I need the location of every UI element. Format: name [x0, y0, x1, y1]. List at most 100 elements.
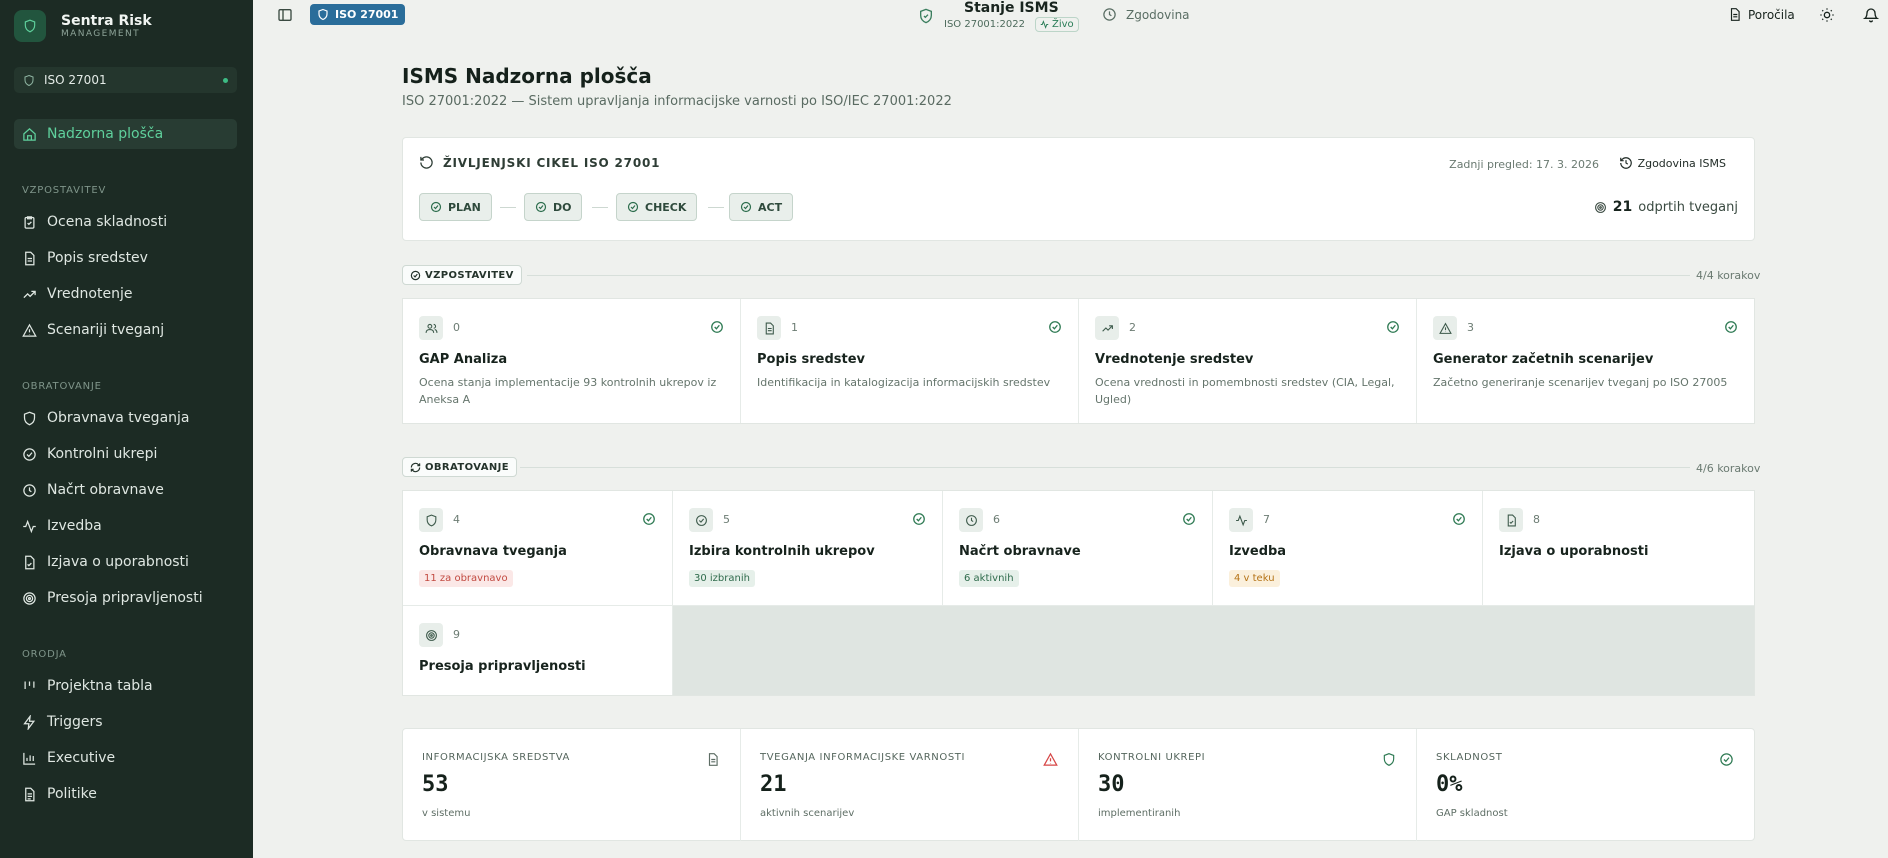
step-card-treatment-plan[interactable]: 6 Načrt obravnave 6 aktivnih [943, 491, 1213, 606]
step-description: Identifikacija in katalogizacija informa… [757, 376, 1051, 389]
reports-label: Poročila [1748, 7, 1795, 22]
stat-risks[interactable]: TVEGANJA INFORMACIJSKE VARNOSTI 21 aktiv… [741, 729, 1079, 841]
check-circle-icon [535, 201, 547, 213]
target-icon [23, 591, 36, 605]
file-icon [757, 316, 781, 340]
step-card-risk-treatment[interactable]: 4 Obravnava tveganja 11 za obravnavo [403, 491, 673, 606]
alert-triangle-icon [1433, 316, 1457, 340]
shield-logo-icon [14, 10, 46, 42]
step-number: 4 [453, 513, 460, 526]
reports-button[interactable]: Poročila [1728, 7, 1795, 22]
open-risks[interactable]: 21 odprtih tveganj [1594, 199, 1738, 215]
step-card-gap[interactable]: 0 GAP Analiza Ocena stanja implementacij… [403, 299, 741, 423]
sidebar-item-assets[interactable]: Popis sredstev [14, 243, 237, 273]
workspace-selector[interactable]: ISO 27001 [14, 67, 237, 93]
step-card-scenarios[interactable]: 3 Generator začetnih scenarijev Začetno … [1417, 299, 1754, 423]
sidebar-item-policies[interactable]: Politike [14, 779, 237, 809]
phase-label: ACT [758, 200, 783, 214]
sidebar-item-controls[interactable]: Kontrolni ukrepi [14, 439, 237, 469]
stat-note: v sistemu [422, 808, 471, 819]
status-badge: 6 aktivnih [959, 570, 1019, 587]
history-button[interactable]: Zgodovina [1102, 7, 1190, 22]
sidebar-item-label: Kontrolni ukrepi [47, 446, 158, 462]
step-number: 7 [1263, 513, 1270, 526]
status-badge: 4 v teku [1229, 570, 1280, 587]
stat-value: 0% [1436, 772, 1463, 797]
stat-assets[interactable]: INFORMACIJSKA SREDSTVA 53 v sistemu [403, 729, 741, 841]
shield-icon [1383, 753, 1395, 766]
sidebar-item-label: Presoja pripravljenosti [47, 590, 203, 606]
status-badge: 11 za obravnavo [419, 570, 513, 587]
standard-badge[interactable]: ISO 27001 [310, 4, 406, 25]
sidebar: Sentra Risk MANAGEMENT ISO 27001 Nadzorn… [0, 0, 253, 858]
phase-plan[interactable]: PLAN [419, 193, 492, 221]
step-card-controls[interactable]: 5 Izbira kontrolnih ukrepov 30 izbranih [673, 491, 943, 606]
sidebar-item-dashboard[interactable]: Nadzorna plošča [14, 119, 237, 149]
phase-do[interactable]: DO [524, 193, 583, 221]
step-number: 9 [453, 628, 460, 641]
brand[interactable]: Sentra Risk MANAGEMENT [14, 10, 152, 42]
sidebar-item-scenarios[interactable]: Scenariji tveganj [14, 315, 237, 345]
sidebar-item-compliance[interactable]: Ocena skladnosti [14, 207, 237, 237]
step-card-readiness[interactable]: 9 Presoja pripravljenosti [403, 606, 673, 695]
history-icon [1619, 157, 1632, 169]
bell-icon [1862, 8, 1880, 23]
kanban-icon [24, 681, 35, 689]
sidebar-toggle-button[interactable] [277, 7, 293, 27]
sidebar-item-treatment-plan[interactable]: Načrt obravnave [14, 475, 237, 505]
stat-compliance[interactable]: SKLADNOST 0% GAP skladnost [1417, 729, 1754, 841]
step-title: Obravnava tveganja [419, 544, 567, 559]
phase-separator [592, 207, 608, 208]
step-title: Presoja pripravljenosti [419, 659, 586, 674]
setup-steps-grid: 0 GAP Analiza Ocena stanja implementacij… [402, 298, 1755, 424]
section-divider [520, 467, 1690, 468]
step-title: Načrt obravnave [959, 544, 1081, 559]
file-text-icon [25, 787, 35, 801]
grid-empty-area [673, 606, 1754, 695]
stat-note: implementiranih [1098, 808, 1181, 819]
setup-step-count: 4/4 korakov [1696, 269, 1761, 282]
badge-label: ISO 27001 [335, 8, 399, 21]
isms-status[interactable]: Stanje ISMS ISO 27001:2022 Živo [918, 0, 1079, 32]
sidebar-item-readiness[interactable]: Presoja pripravljenosti [14, 583, 237, 613]
step-title: Vrednotenje sredstev [1095, 352, 1254, 367]
activity-icon [1040, 20, 1049, 29]
status-sub: ISO 27001:2022 [944, 19, 1025, 30]
sidebar-item-risk-treatment[interactable]: Obravnava tveganja [14, 403, 237, 433]
alert-triangle-icon [22, 323, 37, 337]
clock-icon [23, 483, 36, 497]
isms-history-button[interactable]: Zgodovina ISMS [1619, 156, 1726, 170]
step-card-valuation[interactable]: 2 Vrednotenje sredstev Ocena vrednosti i… [1079, 299, 1417, 423]
check-circle-icon [913, 513, 925, 525]
panel-left-icon [278, 9, 292, 21]
stat-controls[interactable]: KONTROLNI UKREPI 30 implementiranih [1079, 729, 1417, 841]
sidebar-item-executive[interactable]: Executive [14, 743, 237, 773]
section-badge-setup: VZPOSTAVITEV [402, 265, 522, 285]
file-icon [25, 251, 35, 265]
step-number: 0 [453, 321, 460, 334]
sidebar-item-triggers[interactable]: Triggers [14, 707, 237, 737]
sidebar-item-label: Izjava o uporabnosti [47, 554, 189, 570]
stat-note: aktivnih scenarijev [760, 808, 855, 819]
page-title: ISMS Nadzorna plošča [402, 64, 652, 88]
sidebar-item-valuation[interactable]: Vrednotenje [14, 279, 237, 309]
step-title: GAP Analiza [419, 352, 508, 367]
notifications-button[interactable] [1862, 7, 1880, 27]
section-label: VZPOSTAVITEV [425, 269, 514, 281]
sidebar-item-project-board[interactable]: Projektna tabla [14, 671, 237, 701]
step-card-execution[interactable]: 7 Izvedba 4 v teku [1213, 491, 1483, 606]
phase-act[interactable]: ACT [729, 193, 794, 221]
step-card-soa[interactable]: 8 Izjava o uporabnosti [1483, 491, 1754, 606]
stat-note: GAP skladnost [1436, 808, 1508, 819]
phase-separator [500, 207, 516, 208]
nav-section-setup: VZPOSTAVITEV [22, 185, 107, 196]
sidebar-item-execution[interactable]: Izvedba [14, 511, 237, 541]
phase-check[interactable]: CHECK [616, 193, 698, 221]
target-icon [1594, 201, 1606, 213]
step-card-assets[interactable]: 1 Popis sredstev Identifikacija in katal… [741, 299, 1079, 423]
check-circle-icon [627, 201, 639, 213]
check-circle-icon [1183, 513, 1195, 525]
sidebar-item-label: Nadzorna plošča [47, 126, 164, 142]
sidebar-item-soa[interactable]: Izjava o uporabnosti [14, 547, 237, 577]
theme-toggle-button[interactable] [1819, 7, 1835, 27]
